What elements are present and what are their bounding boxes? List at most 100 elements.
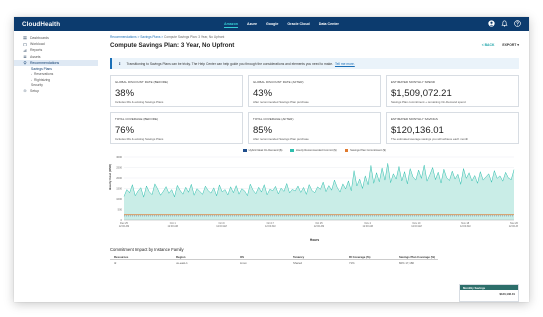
- card-label: Global Discount Rate (Before): [115, 80, 169, 84]
- sidebar-item-label: Workload: [30, 42, 45, 47]
- card-label: Total Coverage (Before): [115, 117, 159, 121]
- table-cell: Linux: [240, 260, 247, 265]
- card-value: 76%: [115, 124, 135, 136]
- chart-y-tick-label: 1500: [116, 186, 122, 190]
- breadcrumb-links[interactable]: Recommendations > Savings Plans >: [110, 35, 163, 39]
- card-label: Global Discount Rate (After): [253, 80, 304, 84]
- sidebar-item-label: Reservations: [34, 72, 54, 77]
- brand-logo[interactable]: CloudHealth: [22, 21, 60, 28]
- chart-y-tick-label: 1000: [116, 197, 122, 201]
- recommendations-icon: [23, 61, 27, 65]
- monthly-savings-panel: Monthly Savings $120,136.01: [459, 284, 519, 302]
- header-actions: < BACK EXPORT ▾: [482, 43, 519, 47]
- column-header[interactable]: Region: [172, 255, 236, 259]
- legend-swatch: [290, 149, 294, 152]
- card-subtitle: Includes RIs & existing Savings Plans: [115, 137, 164, 141]
- help-icon[interactable]: [514, 20, 521, 27]
- table-cell: t2: [114, 260, 117, 265]
- card-subtitle: The estimated average savings you will a…: [391, 137, 469, 141]
- chart-x-tick-label: Nov 2 12:00 AM: [362, 222, 373, 228]
- legend-swatch: [243, 149, 247, 152]
- chart-x-tick-label: Nov 10 12:00 AM: [411, 222, 422, 228]
- main-content: Recommendations > Savings Plans > Comput…: [98, 31, 529, 302]
- chart-x-tick-label: Oct 25 12:00 AM: [314, 222, 325, 228]
- card-subtitle: After recommended Savings Plan purchase: [253, 137, 309, 141]
- metric-cards: Global Discount Rate (Before) 38% Includ…: [110, 75, 519, 144]
- sidebar: Dashboards Workload Reports Assets Recom…: [14, 31, 98, 302]
- chart-canvas[interactable]: 050010001500200025003000Dec 25 12:00 AMOc…: [110, 154, 519, 233]
- column-header[interactable]: Savings Plan Coverage (%): [395, 255, 438, 259]
- chart-y-tick-label: 3000: [116, 155, 122, 159]
- card-label: Total Coverage (After): [253, 117, 294, 121]
- chevron-right-icon: ›: [31, 72, 32, 77]
- sidebar-item-setup[interactable]: Setup: [14, 88, 98, 94]
- card-value: $120,136.01: [391, 124, 444, 136]
- panel-value: $120,136.01: [499, 291, 515, 296]
- sidebar-item-label: Setup: [30, 89, 40, 94]
- breadcrumb-current: Compute Savings Plan: 3 Year, No Upfront: [164, 35, 225, 39]
- cloud-tabs: Amazon Azure Google Oracle Cloud Data Ce…: [224, 17, 339, 31]
- sidebar-item-label: Recommendations: [30, 60, 60, 65]
- chart-x-tick-label: Nov 2612:00 AM: [509, 222, 518, 228]
- legend-swatch: [344, 149, 349, 152]
- hourly-cost-chart: Hourly Cost (USD) 0 500 1000 1500 2000 2500 30…: [108, 154, 519, 242]
- chart-x-tick-label: Oct 1 12:00 AM: [167, 222, 178, 228]
- tab-azure[interactable]: Azure: [247, 21, 257, 27]
- legend-label: Savings Plan Commitment ($): [350, 149, 386, 152]
- card-label: Estimated Monthly Savings: [391, 117, 438, 121]
- tab-data-center[interactable]: Data Center: [319, 21, 339, 27]
- export-button[interactable]: EXPORT ▾: [502, 43, 519, 47]
- page-title: Compute Savings Plan: 3 Year, No Upfront: [110, 42, 235, 49]
- chart-y-axis-label: Hourly Cost (USD): [108, 163, 112, 190]
- legend-item-on-demand[interactable]: Hybrid Ideal On-Demand ($): [243, 149, 282, 152]
- legend-label: Hybrid Ideal On-Demand ($): [248, 149, 283, 152]
- sidebar-item-label: Security: [31, 83, 43, 88]
- card-value: $1,509,072.21: [391, 87, 452, 99]
- back-button[interactable]: < BACK: [482, 43, 495, 47]
- chart-x-axis-label: Hours: [309, 238, 320, 242]
- metric-card-coverage-before: Total Coverage (Before) 76% Includes RIs…: [110, 112, 243, 144]
- chart-y-tick-label: 2500: [116, 165, 122, 169]
- banner-text: Transitioning to Savings Plans can be tr…: [126, 61, 333, 66]
- metric-card-discount-after: Global Discount Rate (After) 43% After r…: [248, 75, 381, 107]
- card-subtitle: Includes RIs & existing Savings Plans: [115, 100, 164, 104]
- gear-icon: [23, 89, 27, 93]
- user-icon[interactable]: [488, 20, 495, 27]
- tab-google[interactable]: Google: [266, 21, 278, 27]
- chart-x-tick-label: Dec 25 12:00 AM: [119, 222, 130, 228]
- legend-label: Hourly Recommended Commit ($): [295, 149, 337, 152]
- banner-link[interactable]: Tell me more.: [335, 62, 355, 66]
- assets-icon: [23, 55, 27, 58]
- legend-item-recommended-commit[interactable]: Hourly Recommended Commit ($): [290, 149, 337, 152]
- info-banner: Transitioning to Savings Plans can be tr…: [110, 58, 519, 69]
- card-subtitle: Savings Plan commitment + remaining On-D…: [391, 100, 466, 104]
- top-navigation-bar: CloudHealth Amazon Azure Google Oracle C…: [14, 17, 529, 31]
- sidebar-item-label: Savings Plans: [31, 66, 52, 71]
- column-header[interactable]: Tenancy: [289, 255, 345, 259]
- top-icons: [488, 20, 521, 27]
- tab-amazon[interactable]: Amazon: [224, 21, 238, 28]
- card-value: 43%: [253, 87, 273, 99]
- card-value: 38%: [115, 87, 135, 99]
- breadcrumb: Recommendations > Savings Plans > Comput…: [110, 35, 519, 40]
- metric-card-monthly-savings: Estimated Monthly Savings $120,136.01 Th…: [386, 112, 519, 144]
- column-header[interactable]: OS: [236, 255, 289, 259]
- column-header[interactable]: RI Coverage (%): [345, 255, 395, 259]
- metric-card-discount-before: Global Discount Rate (Before) 38% Includ…: [110, 75, 243, 107]
- sidebar-item-label: Dashboards: [30, 36, 49, 41]
- table-cell: Shared: [293, 260, 303, 265]
- chart-x-tick-label: Nov 18 12:00 AM: [460, 222, 471, 228]
- dashboard-icon: [23, 36, 27, 40]
- legend-item-commitment[interactable]: Savings Plan Commitment ($): [344, 149, 386, 152]
- app-window: CloudHealth Amazon Azure Google Oracle C…: [14, 17, 529, 302]
- commitment-table-title: Commitment Impact by Instance Family: [110, 247, 184, 252]
- chart-x-tick-label: Oct 9 12:00 AM: [216, 222, 227, 228]
- bell-icon[interactable]: [501, 20, 508, 27]
- chart-y-tick-label: 2000: [116, 176, 122, 180]
- chart-x-tick-label: Oct 17 12:00 AM: [265, 222, 276, 228]
- table-row[interactable]: t2 us-east-1 Linux Shared 71% 82% 17,180: [110, 260, 438, 265]
- column-header[interactable]: Resources: [110, 255, 172, 259]
- sidebar-item-label: Assets: [30, 54, 41, 59]
- tab-oracle-cloud[interactable]: Oracle Cloud: [287, 21, 309, 27]
- table-cell: 71%: [349, 260, 355, 265]
